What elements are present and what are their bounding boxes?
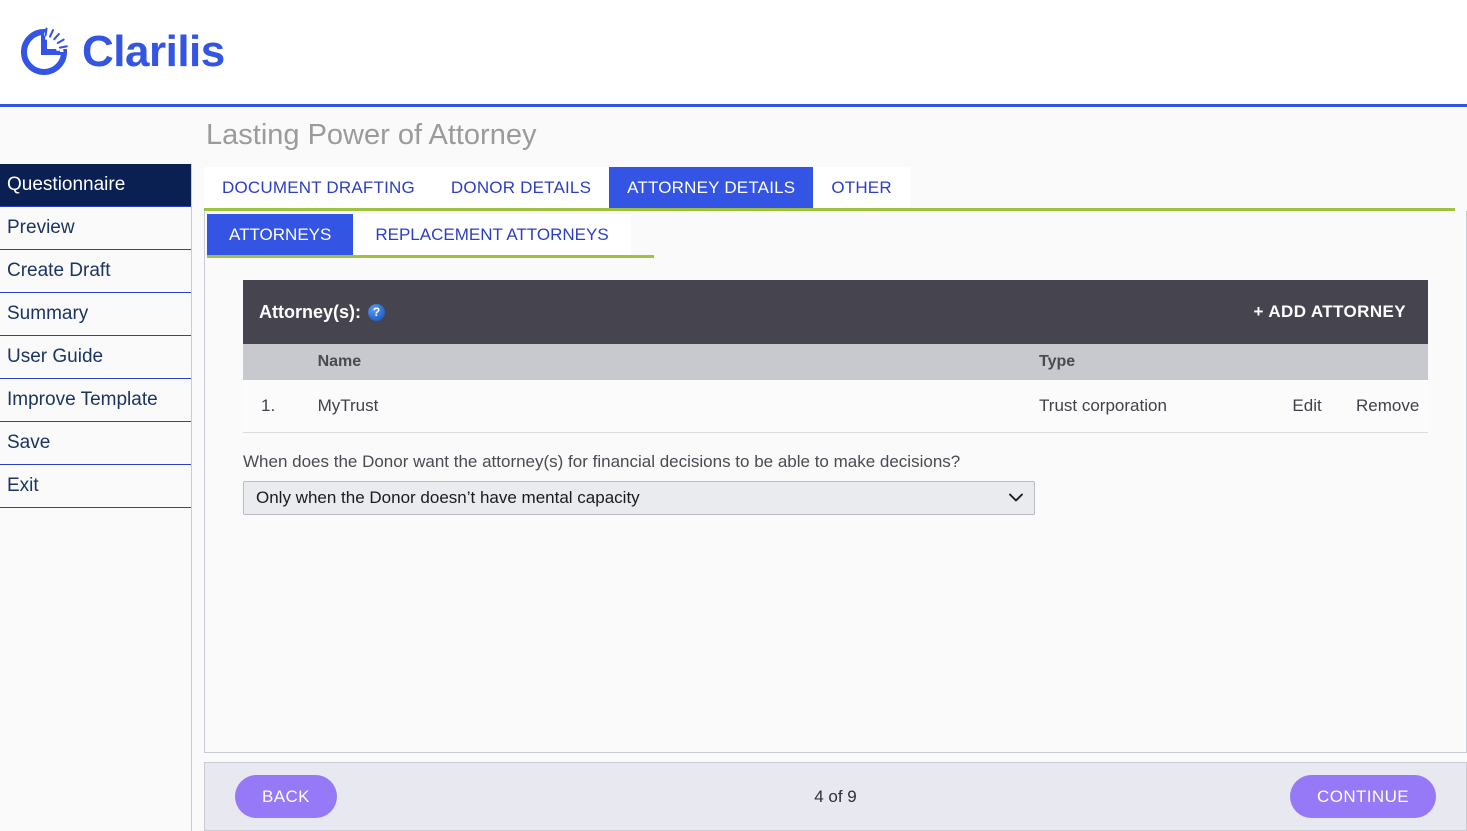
tab-label: REPLACEMENT ATTORNEYS xyxy=(375,224,609,244)
attorney-card-header: Attorney(s): ? + ADD ATTORNEY xyxy=(243,280,1428,344)
secondary-tabs: ATTORNEYS REPLACEMENT ATTORNEYS xyxy=(205,211,1466,255)
sidebar-item-user-guide[interactable]: User Guide xyxy=(0,336,191,379)
column-header-name: Name xyxy=(317,344,1040,380)
tab-replacement-attorneys[interactable]: REPLACEMENT ATTORNEYS xyxy=(353,214,631,255)
wizard-footer: BACK 4 of 9 CONTINUE xyxy=(204,762,1467,831)
sidebar-item-label: Questionnaire xyxy=(7,174,126,195)
sidebar-item-label: Preview xyxy=(7,217,75,238)
tab-donor-details[interactable]: DONOR DETAILS xyxy=(432,167,610,208)
body: Questionnaire Preview Create Draft Summa… xyxy=(0,164,1467,831)
sidebar-item-label: Save xyxy=(7,432,51,453)
brand-header: Clarilis xyxy=(0,0,1467,104)
sidebar-item-summary[interactable]: Summary xyxy=(0,293,191,336)
main-content: DOCUMENT DRAFTING DONOR DETAILS ATTORNEY… xyxy=(192,164,1467,831)
edit-link[interactable]: Edit xyxy=(1266,380,1348,433)
sidebar: Questionnaire Preview Create Draft Summa… xyxy=(0,164,192,831)
help-icon[interactable]: ? xyxy=(368,303,385,321)
tab-label: ATTORNEY DETAILS xyxy=(627,177,796,197)
tab-label: ATTORNEYS xyxy=(229,224,332,244)
sidebar-item-label: Improve Template xyxy=(7,389,158,410)
column-header-number xyxy=(243,344,318,380)
tab-attorney-details[interactable]: ATTORNEY DETAILS xyxy=(609,167,814,208)
page-title: Lasting Power of Attorney xyxy=(206,119,537,151)
row-number: 1. xyxy=(243,380,318,433)
attorney-table-body: 1. MyTrust Trust corporation Edit Remove xyxy=(243,380,1428,433)
sidebar-item-exit[interactable]: Exit xyxy=(0,465,191,508)
sidebar-item-save[interactable]: Save xyxy=(0,422,191,465)
continue-button[interactable]: CONTINUE xyxy=(1290,775,1436,818)
sidebar-item-label: Exit xyxy=(7,475,39,496)
attorney-panel: ATTORNEYS REPLACEMENT ATTORNEYS Attorney… xyxy=(204,211,1467,753)
title-strip: Lasting Power of Attorney xyxy=(0,107,1467,164)
tab-document-drafting[interactable]: DOCUMENT DRAFTING xyxy=(204,167,433,208)
table-header-row: Name Type xyxy=(243,344,1428,380)
logo-text: Clarilis xyxy=(82,27,225,76)
tab-label: OTHER xyxy=(831,177,892,197)
sidebar-item-label: Create Draft xyxy=(7,260,111,281)
column-header-remove xyxy=(1347,344,1428,380)
sidebar-item-label: User Guide xyxy=(7,346,104,367)
sidebar-item-improve-template[interactable]: Improve Template xyxy=(0,379,191,422)
column-header-edit xyxy=(1266,344,1348,380)
primary-tabs: DOCUMENT DRAFTING DONOR DETAILS ATTORNEY… xyxy=(204,164,1467,208)
back-button[interactable]: BACK xyxy=(235,775,337,818)
attorney-card-title: Attorney(s): xyxy=(259,301,361,322)
panel-body: Attorney(s): ? + ADD ATTORNEY Name Type xyxy=(205,258,1466,515)
sidebar-item-questionnaire[interactable]: Questionnaire xyxy=(0,164,191,207)
row-name: MyTrust xyxy=(317,380,1040,433)
chevron-down-icon xyxy=(1009,490,1023,505)
tab-attorneys[interactable]: ATTORNEYS xyxy=(207,214,354,255)
sidebar-item-label: Summary xyxy=(7,303,89,324)
remove-link[interactable]: Remove xyxy=(1347,380,1428,433)
page-indicator: 4 of 9 xyxy=(814,786,857,806)
tab-label: DONOR DETAILS xyxy=(450,177,592,197)
attorney-card-title-group: Attorney(s): ? xyxy=(259,302,385,323)
add-attorney-button[interactable]: + ADD ATTORNEY xyxy=(1254,302,1406,322)
question-select-row: Only when the Donor doesn’t have mental … xyxy=(243,480,1428,515)
tab-label: DOCUMENT DRAFTING xyxy=(222,177,415,197)
table-row: 1. MyTrust Trust corporation Edit Remove xyxy=(243,380,1428,433)
decision-timing-select[interactable]: Only when the Donor doesn’t have mental … xyxy=(243,480,1035,515)
decision-timing-selected-value: Only when the Donor doesn’t have mental … xyxy=(256,487,640,507)
attorney-table: Name Type 1. MyTrust Trust corporation E… xyxy=(243,344,1428,433)
attorney-table-head: Name Type xyxy=(243,344,1428,380)
column-header-type: Type xyxy=(1039,344,1267,380)
question-label: When does the Donor want the attorney(s)… xyxy=(243,451,961,471)
tab-other[interactable]: OTHER xyxy=(813,167,910,208)
row-type: Trust corporation xyxy=(1039,380,1267,433)
logo[interactable]: Clarilis xyxy=(16,24,225,80)
pie-chart-logo-icon xyxy=(21,27,68,75)
sidebar-item-create-draft[interactable]: Create Draft xyxy=(0,250,191,293)
sidebar-item-preview[interactable]: Preview xyxy=(0,207,191,250)
